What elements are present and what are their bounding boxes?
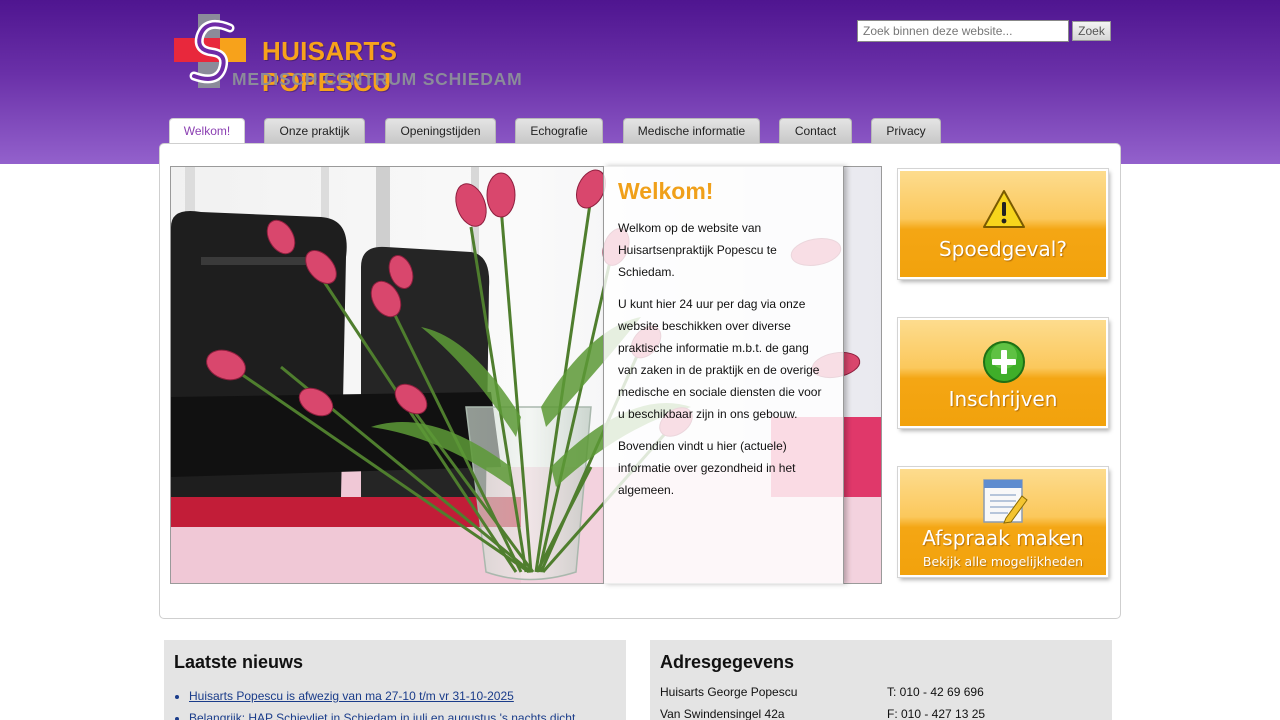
- address-phone: T: 010 - 42 69 696: [887, 685, 984, 699]
- news-link[interactable]: Belangrijk: HAP Schievliet in Schiedam i…: [189, 711, 575, 720]
- welcome-text: Welkom op de website van Huisartsenprakt…: [618, 217, 829, 501]
- welcome-paragraph: Welkom op de website van Huisartsenprakt…: [618, 221, 777, 279]
- welcome-title: Welkom!: [618, 178, 714, 204]
- list-item: Huisarts Popescu is afwezig van ma 27-10…: [189, 685, 575, 707]
- news-list: Huisarts Popescu is afwezig van ma 27-10…: [189, 685, 575, 720]
- address-box: Adresgegevens Huisarts George Popescu Va…: [650, 640, 1112, 720]
- emergency-button[interactable]: Spoedgeval?: [897, 168, 1109, 280]
- address-title: Adresgegevens: [660, 652, 795, 672]
- tab-onze-praktijk[interactable]: Onze praktijk: [264, 118, 365, 143]
- register-label: Inschrijven: [948, 387, 1058, 411]
- news-title: Laatste nieuws: [174, 652, 304, 672]
- news-link[interactable]: Huisarts Popescu is afwezig van ma 27-10…: [189, 689, 514, 703]
- tab-openingstijden[interactable]: Openingstijden: [385, 118, 496, 143]
- welcome-box: Welkom! Welkom op de website van Huisart…: [603, 166, 844, 584]
- appointment-label: Afspraak maken: [922, 526, 1084, 550]
- appointment-sublabel: Bekijk alle mogelijkheden: [922, 554, 1084, 569]
- list-item: Belangrijk: HAP Schievliet in Schiedam i…: [189, 707, 575, 720]
- tab-privacy[interactable]: Privacy: [871, 118, 941, 143]
- notepad-icon: [983, 479, 1028, 524]
- emergency-label: Spoedgeval?: [939, 237, 1067, 261]
- logo-subtitle: MEDISCH CENTRUM SCHIEDAM: [232, 69, 523, 89]
- welcome-paragraph: U kunt hier 24 uur per dag via onze webs…: [618, 297, 822, 421]
- tab-echografie[interactable]: Echografie: [515, 118, 603, 143]
- welcome-paragraph: Bovendien vindt u hier (actuele) informa…: [618, 439, 796, 497]
- news-box: Laatste nieuws Huisarts Popescu is afwez…: [164, 640, 626, 720]
- search-input[interactable]: [857, 20, 1069, 42]
- tab-contact[interactable]: Contact: [779, 118, 852, 143]
- search-button[interactable]: Zoek: [1072, 21, 1111, 41]
- appointment-button[interactable]: Afspraak maken Bekijk alle mogelijkheden: [897, 466, 1109, 578]
- address-name: Huisarts George Popescu: [660, 685, 798, 699]
- tab-medische-informatie[interactable]: Medische informatie: [623, 118, 760, 143]
- address-fax: F: 010 - 427 13 25: [887, 707, 986, 720]
- site-logo[interactable]: HUISARTS POPESCU MEDISCH CENTRUM SCHIEDA…: [172, 14, 532, 97]
- plus-icon: [983, 341, 1025, 383]
- tab-welkom[interactable]: Welkom!: [169, 118, 245, 143]
- register-button[interactable]: Inschrijven: [897, 317, 1109, 429]
- address-street: Van Swindensingel 42a: [660, 707, 785, 720]
- warning-icon: [983, 190, 1025, 228]
